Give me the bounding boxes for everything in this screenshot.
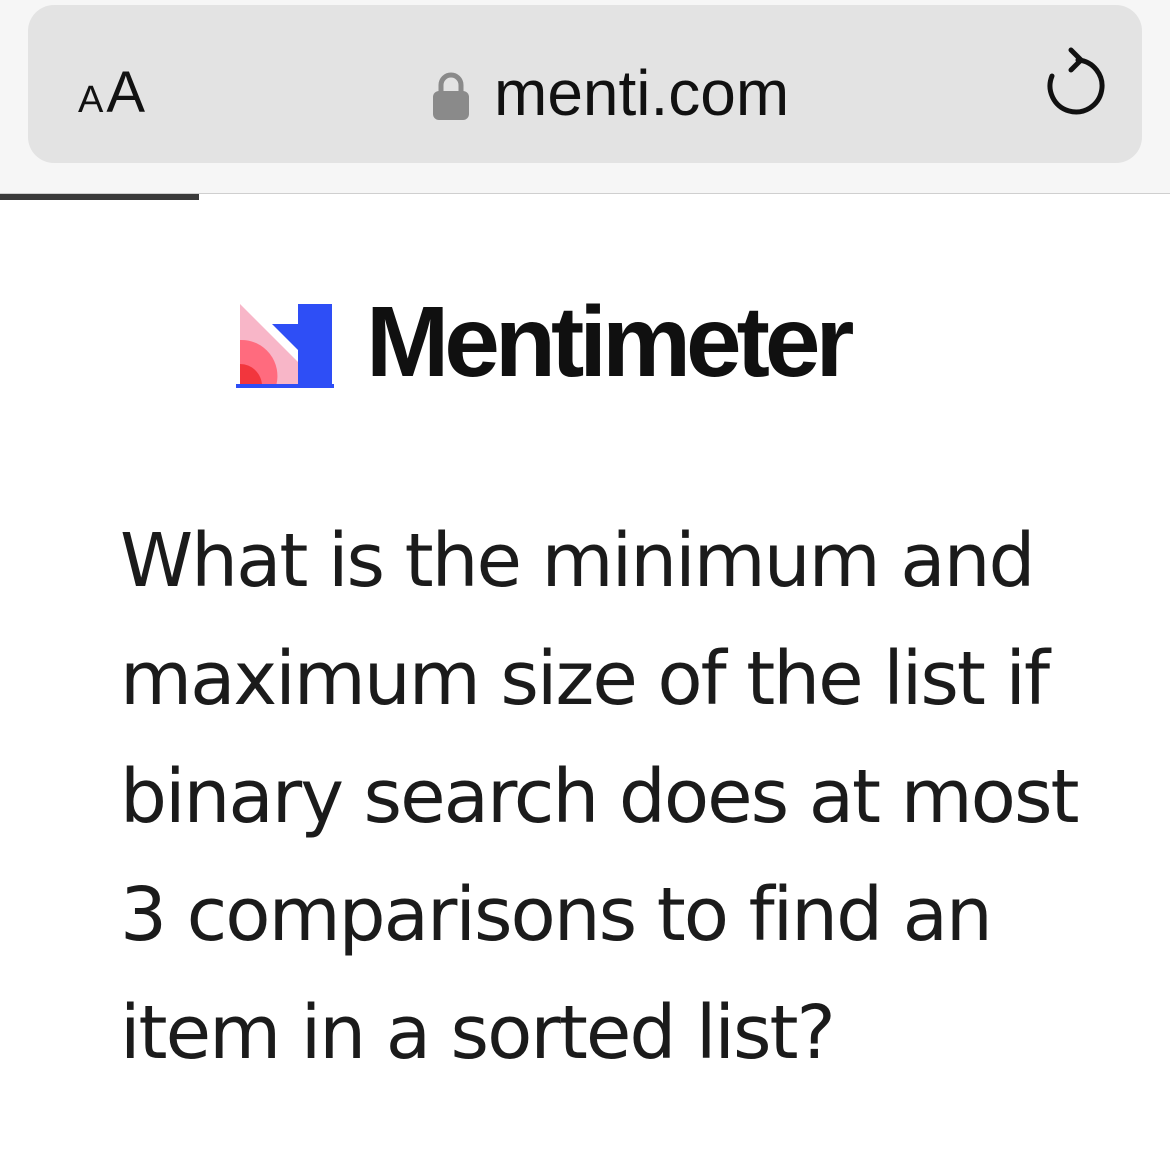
text-size-large-a: A	[106, 60, 146, 125]
text-size-small-a: A	[78, 79, 105, 121]
reload-icon[interactable]	[1040, 46, 1106, 118]
page-content: Mentimeter What is the minimum and maxim…	[0, 200, 1170, 1158]
mentimeter-logo: Mentimeter	[236, 292, 854, 392]
address-bar[interactable]: A A menti.com	[28, 5, 1142, 163]
question-text: What is the minimum and maximum size of …	[120, 518, 1080, 1076]
mentimeter-wordmark: Mentimeter	[366, 286, 854, 398]
text-size-button[interactable]: A A	[78, 59, 146, 125]
browser-toolbar: A A menti.com	[0, 0, 1170, 194]
url-text: menti.com	[494, 57, 790, 129]
address-display[interactable]: menti.com	[432, 55, 789, 131]
lock-icon	[433, 72, 469, 120]
mentimeter-logo-mark-icon	[236, 304, 334, 388]
